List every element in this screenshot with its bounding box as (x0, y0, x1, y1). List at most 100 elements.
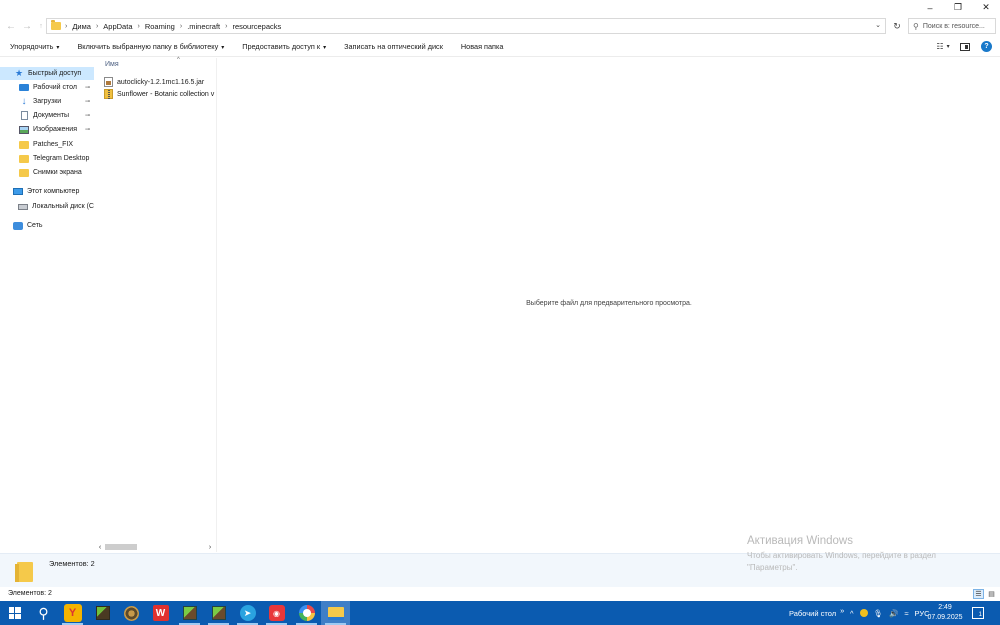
pin-icon: ⊸ (84, 113, 90, 119)
minecraft-launcher-2-icon[interactable] (204, 601, 233, 625)
close-button[interactable]: ✕ (972, 0, 1000, 15)
view-controls: ☷ ▾ ? (936, 41, 992, 52)
documents-icon (20, 111, 28, 120)
tray-expand-icon[interactable]: ^ (850, 609, 854, 618)
nav-patches-fix[interactable]: Patches_FIX (0, 138, 94, 151)
burn-button[interactable]: Записать на оптический диск (344, 42, 443, 51)
clock[interactable]: 2:49 07.09.2025 (920, 603, 970, 623)
start-icon[interactable] (0, 601, 29, 625)
include-in-library-button[interactable]: Включить выбранную папку в библиотеку ▾ (77, 42, 224, 51)
folder-icon (51, 20, 61, 30)
search-icon[interactable]: ⚲ (29, 601, 58, 625)
pin-icon: ⊸ (84, 127, 90, 133)
pin-icon: ⊸ (84, 85, 90, 91)
network-icon (13, 221, 23, 230)
nav-downloads[interactable]: ↓ Загрузки ⊸ (0, 95, 94, 108)
computer-icon (13, 188, 23, 195)
minimize-button[interactable]: – (916, 0, 944, 15)
details-item-count: Элементов: 2 (49, 559, 95, 568)
drive-icon (18, 203, 28, 210)
details-view-icon[interactable]: ☰ (973, 589, 984, 599)
notification-icon[interactable]: 1 (972, 607, 984, 619)
nav-desktop[interactable]: Рабочий стол ⊸ (0, 81, 94, 94)
change-view-icon[interactable]: ☷ ▾ (936, 41, 949, 52)
folder-icon (19, 154, 29, 163)
volume-icon[interactable]: 🔊 (889, 609, 898, 618)
telegram-icon[interactable]: ➤ (233, 601, 262, 625)
pin-icon: ⊸ (84, 99, 90, 105)
breadcrumb-roaming[interactable]: Roaming (145, 22, 175, 31)
address-bar[interactable]: › Дима › AppData › Roaming › .minecraft … (46, 18, 886, 34)
nav-local-disk[interactable]: Локальный диск (C (0, 200, 94, 213)
file-item[interactable]: Sunflower - Botanic collection v (104, 88, 216, 100)
preview-pane: Выберите файл для предварительного просм… (218, 58, 1000, 552)
breadcrumb-dima[interactable]: Дима (72, 22, 91, 31)
breadcrumb-resourcepacks[interactable]: resourcepacks (232, 22, 281, 31)
preview-pane-icon[interactable] (959, 41, 971, 52)
organize-button[interactable]: Упорядочить ▾ (10, 42, 59, 51)
help-icon[interactable]: ? (981, 41, 992, 52)
chevron-down-icon[interactable]: ⌄ (875, 21, 881, 29)
scroll-right-icon[interactable]: › (205, 542, 215, 552)
minecraft-launcher-icon[interactable] (175, 601, 204, 625)
clock-time: 2:49 (938, 604, 952, 611)
folder-icon (15, 562, 33, 582)
column-header-name[interactable]: Имя (105, 61, 119, 68)
color-app-icon[interactable] (292, 601, 321, 625)
wifi-icon[interactable]: ≈ (904, 609, 908, 618)
command-bar: Упорядочить ▾ Включить выбранную папку в … (0, 37, 1000, 57)
search-icon: ⚲ (913, 21, 919, 31)
nav-telegram-desktop[interactable]: Telegram Desktop (0, 152, 94, 165)
nav-quick-access[interactable]: ★ Быстрый доступ (0, 67, 94, 80)
breadcrumb-appdata[interactable]: AppData (103, 22, 132, 31)
search-input[interactable] (922, 22, 993, 30)
search-box[interactable]: ⚲ (908, 18, 996, 34)
nav-pictures[interactable]: Изображения ⊸ (0, 123, 94, 136)
sort-indicator: ^ (177, 57, 180, 63)
screen-recorder-icon[interactable]: ◉ (262, 601, 291, 625)
address-row: ← → ↑ › Дима › AppData › Roaming › .mine… (0, 16, 1000, 36)
preview-message: Выберите файл для предварительного просм… (526, 300, 692, 307)
watermark-text: Чтобы активировать Windows, перейдите в … (747, 551, 936, 572)
nav-screenshots[interactable]: Снимки экрана (0, 166, 94, 179)
wps-office-icon[interactable]: W (146, 601, 175, 625)
status-item-count: Элементов: 2 (8, 590, 52, 597)
star-icon: ★ (14, 68, 24, 78)
microphone-icon[interactable]: 🎙 (874, 609, 884, 618)
file-list: ^ Имя autoclicky-1.2.1mc1.16.5.jar Sunfl… (95, 57, 217, 552)
minecraft-icon[interactable] (88, 601, 117, 625)
file-explorer-icon[interactable] (321, 601, 350, 625)
horizontal-scrollbar[interactable]: ‹ › (95, 542, 217, 552)
folder-icon (19, 140, 29, 149)
share-with-button[interactable]: Предоставить доступ к ▾ (242, 42, 326, 51)
pictures-icon (19, 125, 29, 134)
antivirus-icon[interactable] (859, 609, 868, 617)
watermark-title: Активация Windows (747, 535, 853, 547)
jar-file-icon (104, 77, 113, 87)
desktop-toolbar[interactable]: Рабочий стол » (789, 601, 844, 625)
forward-arrow-icon[interactable]: → (20, 19, 34, 33)
new-folder-button[interactable]: Новая папка (461, 42, 504, 51)
system-tray: ^ 🎙 🔊 ≈ РУС (850, 601, 930, 625)
breadcrumb-minecraft[interactable]: .minecraft (187, 22, 220, 31)
nav-this-pc[interactable]: Этот компьютер (0, 185, 94, 198)
activation-watermark: Активация Windows Чтобы активировать Win… (747, 535, 977, 574)
clock-date: 07.09.2025 (927, 614, 963, 621)
large-icons-view-icon[interactable]: ▤ (986, 589, 997, 599)
taskbar: ⚲ Y W ➤ ◉ Рабочий стол » ^ 🎙 🔊 ≈ РУС 2:4… (0, 601, 1000, 625)
folder-icon (19, 168, 29, 177)
scroll-left-icon[interactable]: ‹ (95, 542, 105, 552)
restore-button[interactable]: ❐ (944, 0, 972, 15)
download-icon: ↓ (21, 96, 27, 107)
title-bar: – ❐ ✕ (0, 0, 1000, 15)
back-arrow-icon[interactable]: ← (4, 19, 18, 33)
navigation-pane: ★ Быстрый доступ Рабочий стол ⊸ ↓ Загруз… (0, 58, 94, 552)
nav-documents[interactable]: Документы ⊸ (0, 109, 94, 122)
scroll-thumb[interactable] (105, 544, 137, 550)
refresh-icon[interactable]: ↻ (889, 19, 905, 33)
minecraft-mod-icon[interactable] (117, 601, 146, 625)
file-item[interactable]: autoclicky-1.2.1mc1.16.5.jar (104, 76, 216, 88)
yandex-browser-icon[interactable]: Y (58, 601, 87, 625)
desktop-icon (19, 84, 29, 91)
nav-network[interactable]: Сеть (0, 219, 94, 232)
